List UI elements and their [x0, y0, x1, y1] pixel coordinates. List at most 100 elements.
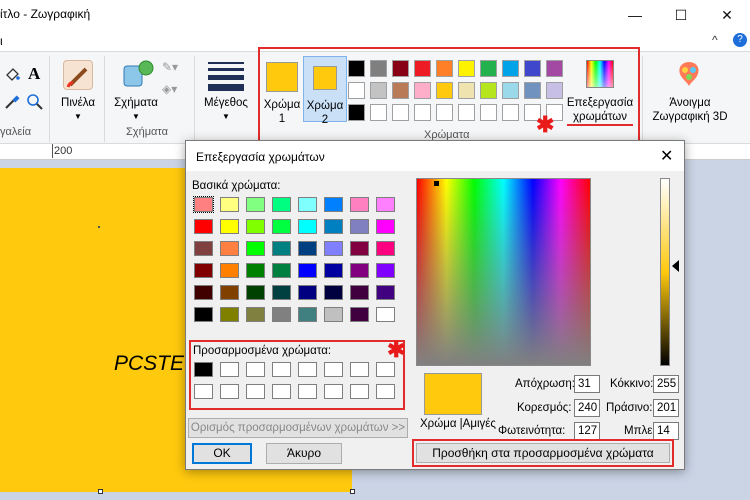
palette-swatch[interactable] — [348, 82, 365, 99]
ok-button[interactable]: OK — [192, 443, 252, 464]
brushes-button[interactable]: Πινέλα ▼ — [58, 56, 98, 140]
palette-swatch[interactable] — [546, 60, 563, 77]
custom-color-cell[interactable] — [272, 362, 291, 377]
color-picker-icon[interactable] — [4, 94, 20, 110]
palette-swatch[interactable] — [436, 60, 453, 77]
custom-color-cell[interactable] — [272, 384, 291, 399]
spectrum-crosshair[interactable] — [434, 181, 439, 186]
basic-color-cell[interactable] — [350, 263, 369, 278]
custom-color-cell[interactable] — [350, 384, 369, 399]
basic-color-cell[interactable] — [376, 285, 395, 300]
custom-color-cell[interactable] — [220, 362, 239, 377]
basic-color-cell[interactable] — [272, 285, 291, 300]
palette-swatch[interactable] — [502, 104, 519, 121]
palette-swatch[interactable] — [480, 82, 497, 99]
basic-color-cell[interactable] — [220, 263, 239, 278]
basic-color-cell[interactable] — [220, 285, 239, 300]
basic-color-cell[interactable] — [272, 263, 291, 278]
resize-handle[interactable] — [98, 489, 103, 494]
basic-color-cell[interactable] — [194, 285, 213, 300]
basic-color-cell[interactable] — [324, 263, 343, 278]
palette-swatch[interactable] — [370, 82, 387, 99]
basic-color-cell[interactable] — [246, 307, 265, 322]
fill-icon[interactable] — [4, 66, 20, 82]
cancel-button[interactable]: Άκυρο — [266, 443, 342, 464]
basic-color-cell[interactable] — [272, 219, 291, 234]
basic-color-cell[interactable] — [324, 307, 343, 322]
basic-color-cell[interactable] — [350, 241, 369, 256]
paint3d-button[interactable]: Άνοιγμα Ζωγραφική 3D — [645, 56, 735, 128]
custom-color-cell[interactable] — [324, 362, 343, 377]
palette-swatch[interactable] — [436, 82, 453, 99]
color1-button[interactable]: Χρώμα 1 — [262, 56, 302, 125]
basic-color-cell[interactable] — [376, 197, 395, 212]
basic-color-cell[interactable] — [194, 241, 213, 256]
basic-color-cell[interactable] — [350, 219, 369, 234]
palette-swatch[interactable] — [480, 60, 497, 77]
fill-shape-icon[interactable]: ◈▾ — [162, 82, 182, 100]
saturation-field[interactable]: 240 — [574, 399, 600, 417]
palette-swatch[interactable] — [348, 104, 365, 121]
basic-color-cell[interactable] — [324, 241, 343, 256]
red-field[interactable]: 255 — [653, 375, 679, 393]
basic-color-cell[interactable] — [298, 241, 317, 256]
palette-swatch[interactable] — [524, 60, 541, 77]
basic-color-cell[interactable] — [324, 219, 343, 234]
palette-swatch[interactable] — [458, 104, 475, 121]
luminosity-field[interactable]: 127 — [574, 422, 600, 440]
basic-color-cell[interactable] — [298, 285, 317, 300]
custom-color-cell[interactable] — [220, 384, 239, 399]
dialog-close-icon[interactable]: ✕ — [660, 146, 673, 166]
help-icon[interactable]: ? — [733, 33, 747, 47]
palette-swatch[interactable] — [458, 82, 475, 99]
minimize-button[interactable]: — — [612, 0, 658, 30]
basic-color-cell[interactable] — [246, 263, 265, 278]
edit-colors-button[interactable]: Επεξεργασία χρωμάτων — [565, 56, 635, 126]
custom-color-cell[interactable] — [246, 384, 265, 399]
green-field[interactable]: 201 — [653, 399, 679, 417]
size-button[interactable]: Μέγεθος ▼ — [200, 56, 252, 121]
basic-color-cell[interactable] — [194, 263, 213, 278]
add-to-custom-colors-button[interactable]: Προσθήκη στα προσαρμοσμένα χρώματα — [416, 443, 670, 463]
shapes-button[interactable]: Σχήματα ▼ — [110, 56, 162, 121]
custom-color-cell[interactable] — [376, 384, 395, 399]
collapse-ribbon-icon[interactable]: ^ — [712, 33, 718, 47]
basic-color-cell[interactable] — [246, 285, 265, 300]
basic-color-cell[interactable] — [246, 241, 265, 256]
basic-color-cell[interactable] — [376, 263, 395, 278]
basic-color-cell[interactable] — [376, 241, 395, 256]
palette-swatch[interactable] — [480, 104, 497, 121]
basic-color-cell[interactable] — [298, 197, 317, 212]
palette-swatch[interactable] — [414, 104, 431, 121]
custom-color-cell[interactable] — [298, 384, 317, 399]
palette-swatch[interactable] — [524, 82, 541, 99]
basic-color-cell[interactable] — [298, 307, 317, 322]
basic-color-cell[interactable] — [194, 307, 213, 322]
color-spectrum[interactable] — [416, 178, 591, 366]
palette-swatch[interactable] — [392, 60, 409, 77]
custom-color-cell[interactable] — [324, 384, 343, 399]
custom-color-cell[interactable] — [376, 362, 395, 377]
basic-color-cell[interactable] — [298, 219, 317, 234]
palette-swatch[interactable] — [502, 60, 519, 77]
basic-color-cell[interactable] — [376, 307, 395, 322]
custom-color-cell[interactable] — [246, 362, 265, 377]
magnifier-icon[interactable] — [26, 93, 44, 111]
basic-color-cell[interactable] — [194, 219, 213, 234]
outline-icon[interactable]: ✎▾ — [162, 60, 182, 78]
palette-swatch[interactable] — [414, 60, 431, 77]
palette-swatch[interactable] — [458, 60, 475, 77]
palette-swatch[interactable] — [392, 82, 409, 99]
resize-handle[interactable] — [350, 489, 355, 494]
define-custom-colors-button[interactable]: Ορισμός προσαρμοσμένων χρωμάτων >> — [188, 418, 408, 438]
palette-swatch[interactable] — [348, 60, 365, 77]
basic-color-cell[interactable] — [272, 307, 291, 322]
palette-swatch[interactable] — [392, 104, 409, 121]
basic-color-cell[interactable] — [193, 196, 214, 213]
hue-field[interactable]: 31 — [574, 375, 600, 393]
color2-button[interactable]: Χρώμα 2 — [303, 56, 347, 126]
text-tool-icon[interactable]: A — [28, 64, 40, 84]
basic-color-cell[interactable] — [272, 197, 291, 212]
palette-swatch[interactable] — [436, 104, 453, 121]
blue-field[interactable]: 14 — [653, 422, 679, 440]
